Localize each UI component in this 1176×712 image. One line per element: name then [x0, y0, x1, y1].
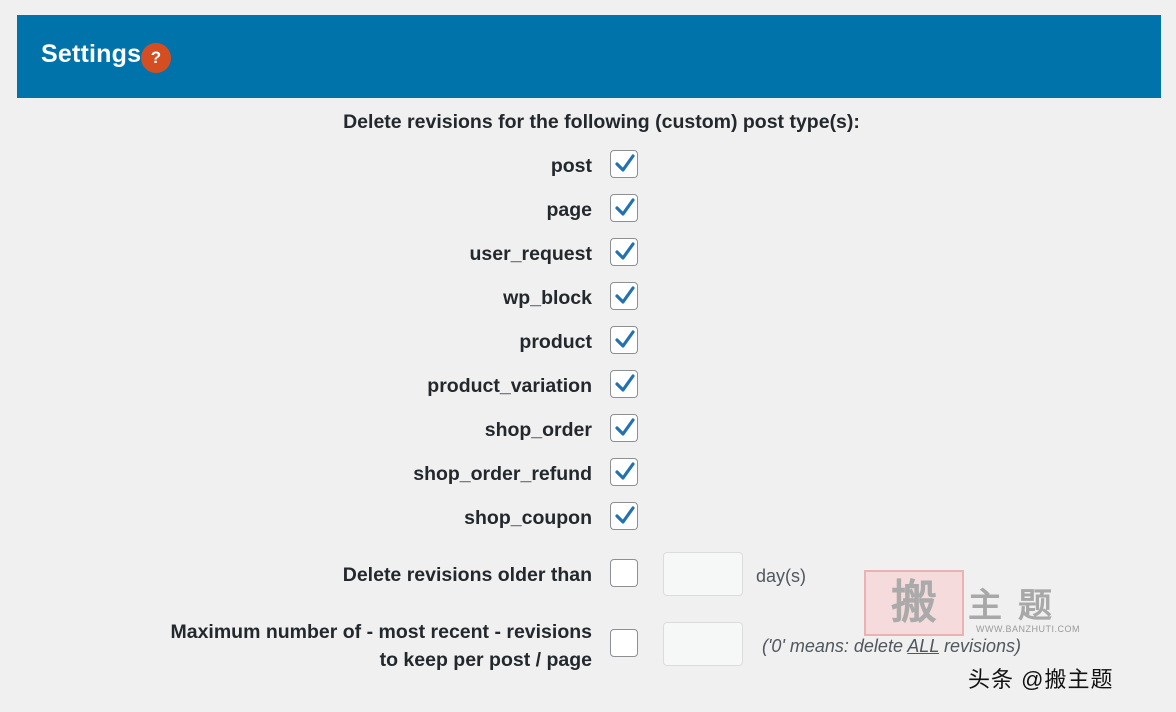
post-type-label: shop_coupon	[464, 507, 592, 529]
checkmark-icon	[615, 330, 635, 348]
post-type-checkbox[interactable]	[610, 414, 638, 442]
watermark-text: 主题	[968, 587, 1068, 625]
post-type-checkbox[interactable]	[610, 194, 638, 222]
hint-emphasis: ALL	[907, 636, 939, 656]
post-type-checkbox[interactable]	[610, 370, 638, 398]
post-types-heading: Delete revisions for the following (cust…	[343, 111, 860, 133]
post-type-checkbox[interactable]	[610, 326, 638, 354]
checkmark-icon	[615, 286, 635, 304]
checkmark-icon	[615, 506, 635, 524]
post-type-label: page	[546, 199, 592, 221]
post-type-label: wp_block	[503, 287, 592, 309]
watermark-url: WWW.BANZHUTI.COM	[976, 624, 1080, 634]
max-revisions-input[interactable]	[663, 622, 743, 666]
help-icon[interactable]: ?	[141, 43, 171, 73]
older-than-label: Delete revisions older than	[342, 564, 592, 586]
checkmark-icon	[615, 462, 635, 480]
post-type-label: shop_order_refund	[413, 463, 592, 485]
older-than-checkbox[interactable]	[610, 559, 638, 587]
post-type-checkbox[interactable]	[610, 282, 638, 310]
max-revisions-label-line1: Maximum number of - most recent - revisi…	[170, 621, 592, 643]
post-type-label: user_request	[469, 243, 592, 265]
post-type-checkbox[interactable]	[610, 458, 638, 486]
post-type-label: post	[550, 155, 592, 177]
checkmark-icon	[615, 418, 635, 436]
hint-suffix: revisions)	[939, 636, 1022, 656]
checkmark-icon	[615, 198, 635, 216]
settings-header: Settings ?	[17, 15, 1161, 98]
post-type-label: shop_order	[484, 419, 592, 441]
watermark-stamp: 搬	[864, 570, 964, 636]
post-type-checkbox[interactable]	[610, 150, 638, 178]
post-type-checkbox[interactable]	[610, 502, 638, 530]
older-than-days-input[interactable]	[663, 552, 743, 596]
checkmark-icon	[615, 242, 635, 260]
days-unit-label: day(s)	[756, 566, 807, 586]
post-type-checkbox[interactable]	[610, 238, 638, 266]
max-revisions-label-line2: to keep per post / page	[379, 649, 592, 671]
checkmark-icon	[615, 154, 635, 172]
watermark-credit: 头条 @搬主题	[968, 667, 1114, 692]
page-title: Settings	[41, 40, 142, 68]
max-revisions-checkbox[interactable]	[610, 629, 638, 657]
post-type-label: product_variation	[427, 375, 592, 397]
max-revisions-hint: ('0' means: delete ALL revisions)	[762, 636, 1021, 657]
post-type-label: product	[519, 331, 592, 353]
checkmark-icon	[615, 374, 635, 392]
hint-prefix: ('0' means: delete	[762, 636, 908, 656]
